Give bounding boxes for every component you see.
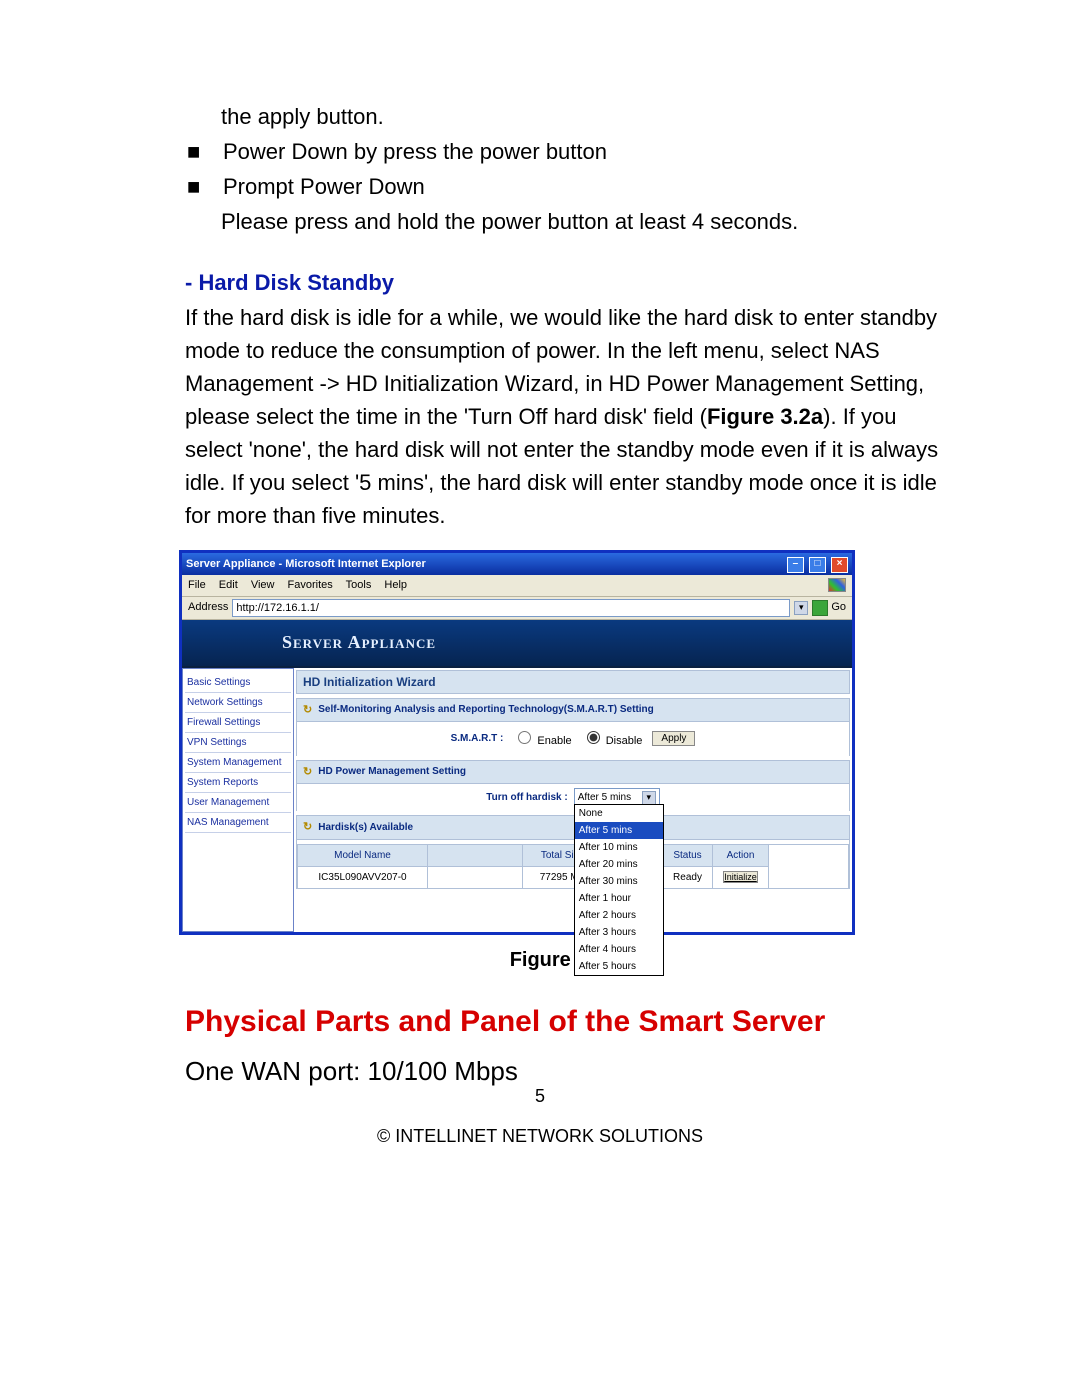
smart-label: S.M.A.R.T : xyxy=(451,731,504,746)
square-bullet-icon: ■ xyxy=(185,135,223,168)
bullet-2: ■ Prompt Power Down xyxy=(185,170,940,203)
intro-block: the apply button. ■ Power Down by press … xyxy=(185,100,940,238)
cell-blank xyxy=(428,867,523,888)
address-dropdown-icon[interactable]: ▾ xyxy=(794,601,808,615)
sidebar-item-firewall[interactable]: Firewall Settings xyxy=(185,713,291,733)
menu-bar: File Edit View Favorites Tools Help xyxy=(182,575,852,597)
page-number: 5 xyxy=(0,1086,1080,1107)
address-input[interactable] xyxy=(232,599,790,617)
opt-2h[interactable]: After 2 hours xyxy=(575,907,663,924)
sidebar-item-nasmgmt[interactable]: NAS Management xyxy=(185,813,291,833)
refresh-icon[interactable]: ↻ xyxy=(303,702,312,719)
refresh-icon[interactable]: ↻ xyxy=(303,764,312,781)
intro-line-prev: the apply button. xyxy=(185,100,940,133)
go-icon[interactable] xyxy=(812,600,828,616)
opt-none[interactable]: None xyxy=(575,805,663,822)
wan-port-line: One WAN port: 10/100 Mbps xyxy=(185,1052,940,1091)
window-titlebar[interactable]: Server Appliance - Microsoft Internet Ex… xyxy=(182,553,852,575)
maximize-button[interactable]: □ xyxy=(809,557,826,573)
col-model: Model Name xyxy=(298,845,428,867)
apply-button[interactable]: Apply xyxy=(652,731,695,746)
col-blank xyxy=(428,845,523,867)
opt-5h[interactable]: After 5 hours xyxy=(575,958,663,975)
windows-flag-icon xyxy=(828,578,846,592)
main-panel: HD Initialization Wizard ↻ Self-Monitori… xyxy=(294,668,852,932)
figure-caption: Figure 3.2a xyxy=(185,945,940,975)
sidebar-item-vpn[interactable]: VPN Settings xyxy=(185,733,291,753)
opt-3h[interactable]: After 3 hours xyxy=(575,924,663,941)
smart-section: ↻ Self-Monitoring Analysis and Reporting… xyxy=(296,698,850,756)
app-banner: Server Appliance xyxy=(182,620,852,668)
hard-disk-standby-heading: - Hard Disk Standby xyxy=(185,266,940,299)
turnoff-dropdown[interactable]: After 5 mins ▾ None After 5 mins After 1… xyxy=(574,788,660,807)
opt-30[interactable]: After 30 mins xyxy=(575,873,663,890)
menu-edit[interactable]: Edit xyxy=(219,579,238,591)
address-label: Address xyxy=(188,599,228,616)
sidebar-item-usermgmt[interactable]: User Management xyxy=(185,793,291,813)
intro-line-after: Please press and hold the power button a… xyxy=(185,205,940,238)
menu-help[interactable]: Help xyxy=(384,579,407,591)
sidebar: Basic Settings Network Settings Firewall… xyxy=(182,668,294,932)
menu-view[interactable]: View xyxy=(251,579,275,591)
page-title: HD Initialization Wizard xyxy=(296,670,850,694)
bullet-2-text: Prompt Power Down xyxy=(223,170,940,203)
power-section-title: HD Power Management Setting xyxy=(318,764,466,779)
document-page: the apply button. ■ Power Down by press … xyxy=(0,0,1080,1155)
bullet-1-text: Power Down by press the power button xyxy=(223,135,940,168)
menu-items: File Edit View Favorites Tools Help xyxy=(188,577,417,594)
smart-disable-radio[interactable] xyxy=(587,731,600,744)
window-title-text: Server Appliance - Microsoft Internet Ex… xyxy=(186,556,426,573)
opt-10[interactable]: After 10 mins xyxy=(575,839,663,856)
opt-5[interactable]: After 5 mins xyxy=(575,822,663,839)
minimize-button[interactable]: – xyxy=(787,557,804,573)
physical-parts-heading: Physical Parts and Panel of the Smart Se… xyxy=(185,999,940,1044)
dropdown-list: None After 5 mins After 10 mins After 20… xyxy=(574,804,664,976)
sidebar-item-sysreports[interactable]: System Reports xyxy=(185,773,291,793)
figure-ref: Figure 3.2a xyxy=(707,404,823,429)
initialize-button[interactable]: Initialize xyxy=(723,871,758,883)
enable-text: Enable xyxy=(537,735,571,747)
refresh-icon[interactable]: ↻ xyxy=(303,819,312,836)
turnoff-label: Turn off hardisk : xyxy=(486,790,567,805)
cell-model: IC35L090AVV207-0 xyxy=(298,867,428,888)
opt-4h[interactable]: After 4 hours xyxy=(575,941,663,958)
smart-disable-option[interactable]: Disable xyxy=(582,728,643,750)
close-button[interactable]: × xyxy=(831,557,848,573)
col-action: Action xyxy=(713,845,769,867)
copyright-line: © INTELLINET NETWORK SOLUTIONS xyxy=(0,1126,1080,1147)
cell-action: Initialize xyxy=(713,867,769,888)
power-section: ↻ HD Power Management Setting Turn off h… xyxy=(296,760,850,812)
sidebar-item-network[interactable]: Network Settings xyxy=(185,693,291,713)
menu-tools[interactable]: Tools xyxy=(346,579,372,591)
smart-section-title: Self-Monitoring Analysis and Reporting T… xyxy=(318,702,654,717)
disable-text: Disable xyxy=(606,735,643,747)
smart-enable-radio[interactable] xyxy=(518,731,531,744)
window-buttons: – □ × xyxy=(785,555,848,573)
menu-favorites[interactable]: Favorites xyxy=(288,579,333,591)
browser-window: Server Appliance - Microsoft Internet Ex… xyxy=(179,550,855,935)
cell-status: Ready xyxy=(663,867,713,888)
menu-file[interactable]: File xyxy=(188,579,206,591)
standby-paragraph: If the hard disk is idle for a while, we… xyxy=(185,301,940,532)
hdd-section-title: Hardisk(s) Available xyxy=(318,820,413,835)
sidebar-item-basic[interactable]: Basic Settings xyxy=(185,673,291,693)
address-bar: Address ▾ Go xyxy=(182,597,852,620)
col-status: Status xyxy=(663,845,713,867)
smart-enable-option[interactable]: Enable xyxy=(513,728,571,750)
bullet-1: ■ Power Down by press the power button xyxy=(185,135,940,168)
chevron-down-icon[interactable]: ▾ xyxy=(642,791,656,805)
square-bullet-icon: ■ xyxy=(185,170,223,203)
sidebar-item-sysmgmt[interactable]: System Management xyxy=(185,753,291,773)
dropdown-selected: After 5 mins xyxy=(578,790,631,805)
opt-20[interactable]: After 20 mins xyxy=(575,856,663,873)
go-label[interactable]: Go xyxy=(831,599,846,616)
opt-1h[interactable]: After 1 hour xyxy=(575,890,663,907)
